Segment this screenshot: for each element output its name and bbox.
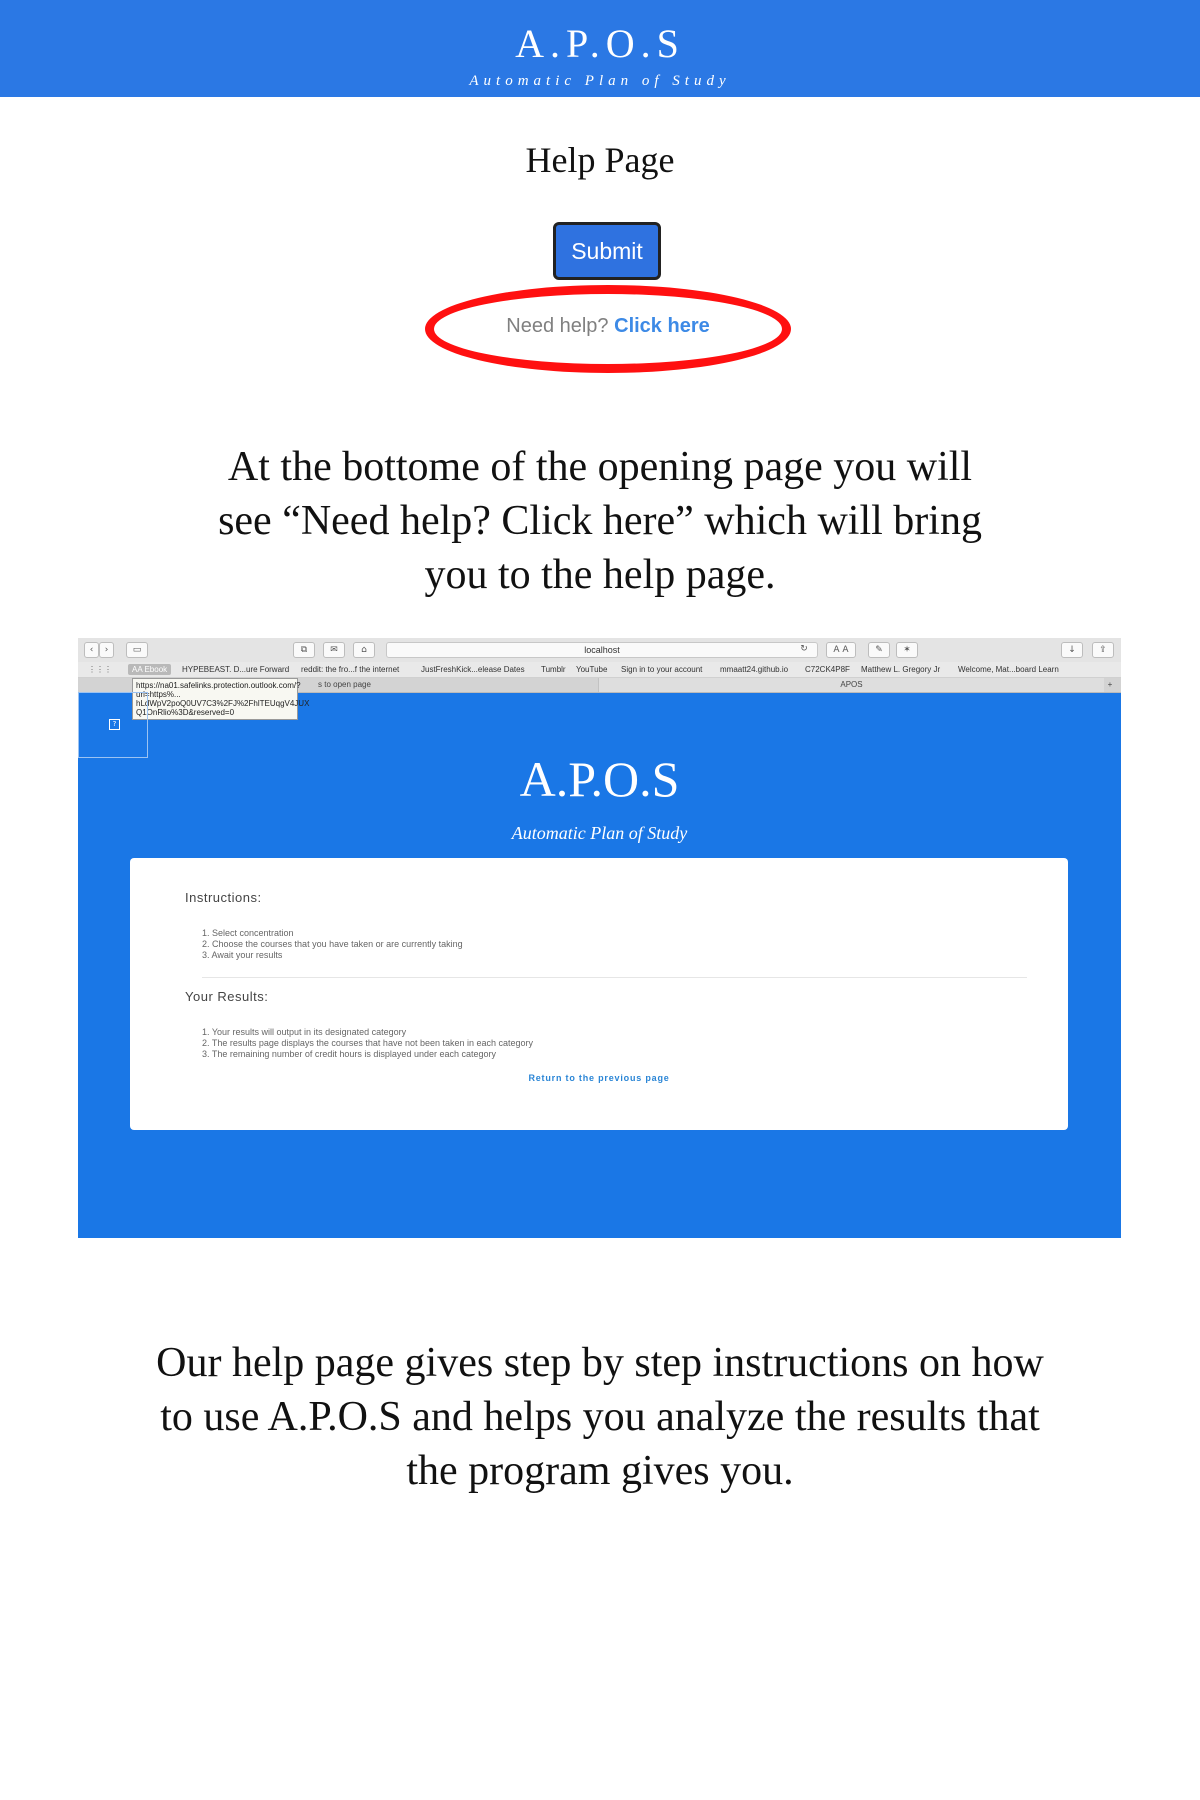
address-bar[interactable]: localhost	[386, 642, 818, 658]
need-help-text: Need help? Click here	[425, 312, 791, 340]
link-tooltip: https://na01.safelinks.protection.outloo…	[132, 678, 310, 720]
browser-toolbar: ‹ › ▭ ⧉ ✉ ⌂ localhost ↻ A A ✎ ✶ ↓ ⇪	[78, 638, 1121, 663]
bookmark-item[interactable]: Tumblr	[541, 664, 566, 675]
tab-apos[interactable]: APOS	[598, 678, 1104, 692]
intro-paragraph: At the bottome of the opening page you w…	[0, 440, 1200, 602]
paragraph-line: Our help page gives step by step instruc…	[156, 1340, 1044, 1386]
list-item: 3. The remaining number of credit hours …	[202, 1049, 496, 1059]
share-icon[interactable]: ⇪	[1092, 642, 1114, 658]
results-heading: Your Results:	[185, 989, 269, 1004]
page-title: Help Page	[525, 140, 675, 180]
paragraph-line: you to the help page.	[424, 552, 776, 598]
instructions-card: Instructions: 1. Select concentration 2.…	[130, 858, 1068, 1130]
app-title: A.P.O.S	[519, 751, 680, 807]
bookmark-item[interactable]: mmaatt24.github.io	[720, 664, 788, 675]
mail-icon[interactable]: ✉	[323, 642, 345, 658]
paragraph-line: At the bottome of the opening page you w…	[227, 444, 973, 490]
instructions-list: 1. Select concentration 2. Choose the co…	[202, 928, 463, 961]
forward-icon[interactable]: ›	[99, 642, 114, 658]
bookmark-item[interactable]: YouTube	[576, 664, 607, 675]
instructions-heading: Instructions:	[185, 890, 262, 905]
broken-image-placeholder: ?	[78, 692, 148, 758]
paragraph-line: the program gives you.	[406, 1448, 794, 1494]
new-tab-icon[interactable]: +	[1103, 678, 1117, 692]
paragraph-line: see “Need help? Click here” which will b…	[218, 498, 982, 544]
tabs-overview-icon[interactable]: ⧉	[293, 642, 315, 658]
sidebar-icon[interactable]: ▭	[126, 642, 148, 658]
site-title: A.P.O.S	[515, 21, 685, 66]
list-item: 3. Await your results	[202, 950, 283, 960]
reload-icon[interactable]: ↻	[798, 642, 810, 656]
list-item: 2. Choose the courses that you have take…	[202, 939, 463, 949]
results-list: 1. Your results will output in its desig…	[202, 1027, 533, 1060]
header-banner: A.P.O.S Automatic Plan of Study	[0, 0, 1200, 97]
bookmark-item[interactable]: reddit: the fro...f the internet	[301, 664, 399, 675]
broken-image-icon: ?	[109, 719, 120, 730]
tab-left[interactable]: s to open page	[318, 678, 371, 692]
site-subtitle: Automatic Plan of Study	[469, 73, 731, 89]
download-icon[interactable]: ↓	[1061, 642, 1083, 658]
need-help-question: Need help?	[506, 315, 609, 337]
font-size-icon[interactable]: A A	[826, 642, 856, 658]
home-icon[interactable]: ⌂	[353, 642, 375, 658]
back-icon[interactable]: ‹	[84, 642, 99, 658]
bookmark-item[interactable]: C72CK4P8F	[805, 664, 850, 675]
bookmark-item[interactable]: Welcome, Mat...board Learn	[958, 664, 1059, 675]
bookmark-item[interactable]: JustFreshKick...elease Dates	[421, 664, 525, 675]
list-item: 1. Your results will output in its desig…	[202, 1027, 407, 1037]
tooltip-line: Q1OnRlio%3D&reserved=0	[136, 708, 235, 717]
notes-icon[interactable]: ✎	[868, 642, 890, 658]
app-subtitle: Automatic Plan of Study	[511, 823, 688, 843]
paragraph-line: to use A.P.O.S and helps you analyze the…	[160, 1394, 1040, 1440]
divider	[202, 977, 1027, 978]
apps-grid-icon[interactable]: ⋮⋮⋮	[88, 664, 112, 675]
bookmark-item[interactable]: HYPEBEAST. D...ure Forward	[182, 664, 289, 675]
tooltip-line: url=https%...	[136, 690, 181, 699]
list-item: 2. The results page displays the courses…	[202, 1038, 534, 1048]
return-link[interactable]: Return to the previous page	[130, 1072, 1068, 1084]
help-page-screenshot: ‹ › ▭ ⧉ ✉ ⌂ localhost ↻ A A ✎ ✶ ↓ ⇪ ⋮⋮⋮ …	[78, 638, 1121, 1238]
bookmarks-bar: ⋮⋮⋮ AA Ebook HYPEBEAST. D...ure Forward …	[78, 662, 1121, 678]
bookmark-item[interactable]: AA Ebook	[128, 664, 172, 675]
bookmark-item[interactable]: Sign in to your account	[621, 664, 702, 675]
extension-icon[interactable]: ✶	[896, 642, 918, 658]
tooltip-line: https://na01.safelinks.protection.outloo…	[136, 681, 301, 690]
bookmark-item[interactable]: Matthew L. Gregory Jr	[861, 664, 940, 675]
submit-button[interactable]: Submit	[553, 222, 661, 280]
list-item: 1. Select concentration	[202, 928, 294, 938]
click-here-link[interactable]: Click here	[614, 315, 710, 337]
tooltip-line: hLdWpV2poQ0UV7C3%2FJ%2FhlTEUqgV4JUX	[136, 699, 310, 708]
closing-paragraph: Our help page gives step by step instruc…	[0, 1336, 1200, 1498]
